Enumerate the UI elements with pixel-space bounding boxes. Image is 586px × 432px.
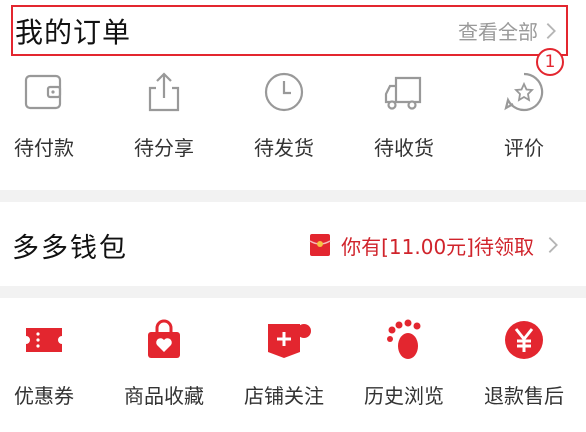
tool-label: 优惠券 <box>14 384 74 408</box>
my-orders-header[interactable]: 我的订单 查看全部 <box>11 5 568 56</box>
tool-label: 商品收藏 <box>124 384 204 408</box>
coupon-icon <box>20 316 68 364</box>
view-all-label: 查看全部 <box>458 20 538 44</box>
order-status-row: 待付款 待分享 待发货 待收货 评价 <box>0 68 586 161</box>
tool-label: 店铺关注 <box>244 384 324 408</box>
wallet-reward-link[interactable]: 你有[11.00元]待领取 <box>309 231 564 260</box>
favorite-bag-icon <box>140 316 188 364</box>
wallet-icon <box>20 68 68 116</box>
order-status-label: 待发货 <box>254 136 314 160</box>
tool-store-follow[interactable]: 店铺关注 <box>224 316 344 409</box>
wallet-title: 多多钱包 <box>12 232 128 264</box>
share-icon <box>140 68 188 116</box>
tool-label: 退款售后 <box>484 384 564 408</box>
truck-icon <box>380 68 428 116</box>
footprint-icon <box>380 316 428 364</box>
red-envelope-icon <box>309 234 331 256</box>
notification-dot <box>297 324 311 338</box>
store-follow-icon <box>260 316 308 364</box>
order-pending-shipment[interactable]: 待发货 <box>224 68 344 161</box>
tools-row: 优惠券 商品收藏 店铺关注 历史浏览 退款售后 <box>0 316 586 409</box>
section-divider <box>0 286 586 298</box>
view-all-orders-link[interactable]: 查看全部 <box>458 16 562 45</box>
order-status-label: 待付款 <box>14 136 74 160</box>
clock-icon <box>260 68 308 116</box>
tool-history[interactable]: 历史浏览 <box>344 316 464 409</box>
my-orders-title: 我的订单 <box>15 15 132 49</box>
order-status-label: 评价 <box>504 136 544 160</box>
order-pending-share[interactable]: 待分享 <box>104 68 224 161</box>
order-status-label: 待分享 <box>134 136 194 160</box>
tool-refund[interactable]: 退款售后 <box>464 316 584 409</box>
wallet-reward-text: 你有[11.00元]待领取 <box>341 234 534 259</box>
order-pending-payment[interactable]: 待付款 <box>0 68 104 161</box>
order-pending-receipt[interactable]: 待收货 <box>344 68 464 161</box>
chevron-right-icon <box>548 237 558 253</box>
tool-favorites[interactable]: 商品收藏 <box>104 316 224 409</box>
star-bubble-icon <box>500 68 548 116</box>
section-divider <box>0 190 586 202</box>
order-review[interactable]: 评价 <box>464 68 584 161</box>
order-status-label: 待收货 <box>374 136 434 160</box>
refund-yen-icon <box>500 316 548 364</box>
tool-label: 历史浏览 <box>364 384 444 408</box>
tool-coupons[interactable]: 优惠券 <box>0 316 104 409</box>
wallet-row[interactable]: 多多钱包 你有[11.00元]待领取 <box>0 204 586 286</box>
chevron-right-icon <box>546 22 556 39</box>
